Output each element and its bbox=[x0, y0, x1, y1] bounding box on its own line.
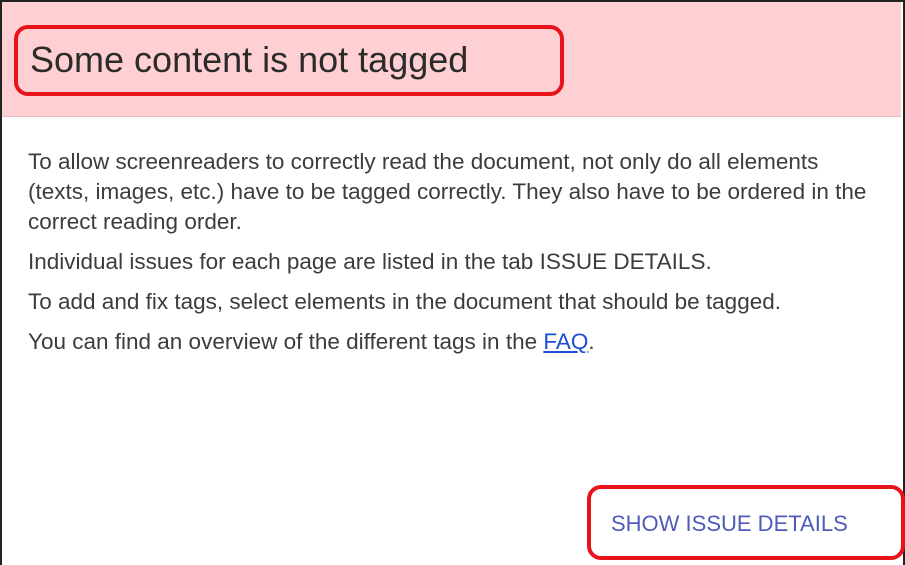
issue-description: To allow screenreaders to correctly read… bbox=[28, 147, 878, 367]
faq-text-prefix: You can find an overview of the differen… bbox=[28, 329, 544, 354]
issue-title: Some content is not tagged bbox=[30, 39, 469, 80]
show-issue-details-button[interactable]: SHOW ISSUE DETAILS bbox=[611, 506, 848, 542]
description-paragraph: Individual issues for each page are list… bbox=[28, 249, 712, 274]
description-paragraph: To allow screenreaders to correctly read… bbox=[28, 149, 867, 234]
description-paragraph: To add and fix tags, select elements in … bbox=[28, 289, 781, 314]
faq-link[interactable]: FAQ bbox=[543, 329, 588, 354]
faq-paragraph: You can find an overview of the differen… bbox=[28, 327, 878, 357]
faq-text-suffix: . bbox=[588, 329, 595, 354]
